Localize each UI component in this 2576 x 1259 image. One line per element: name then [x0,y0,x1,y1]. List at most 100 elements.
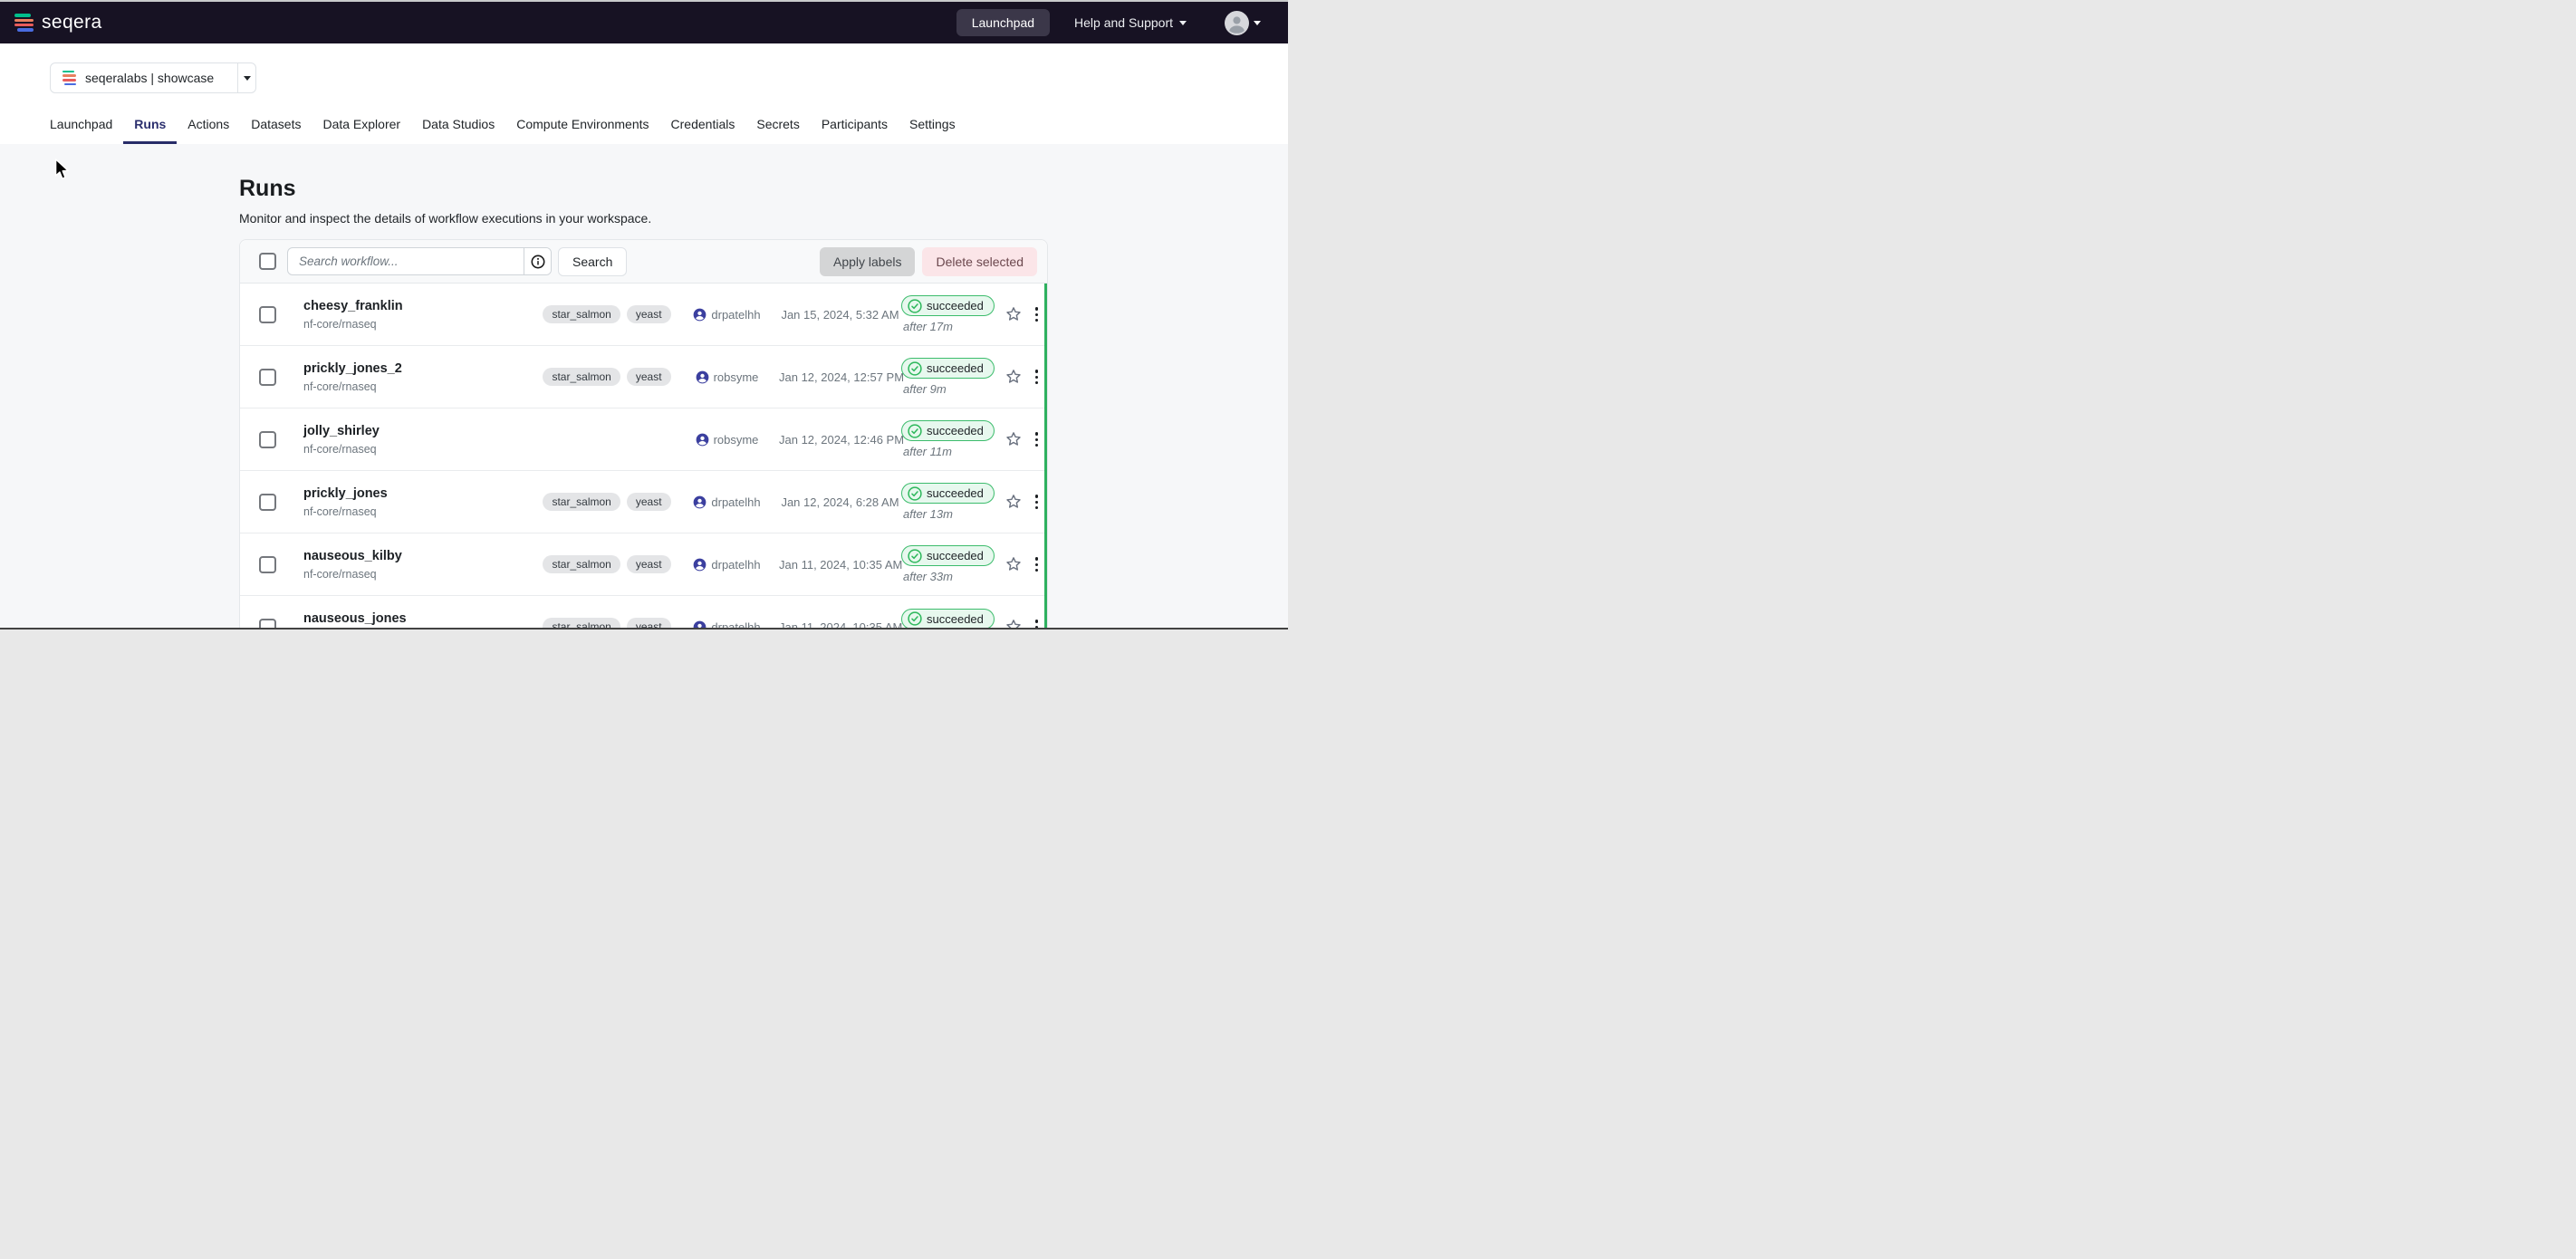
tab-credentials[interactable]: Credentials [660,117,746,144]
status-badge: succeeded [901,295,995,316]
status-label: succeeded [927,486,984,501]
run-name-link[interactable]: prickly_jones_2 [303,361,539,377]
user-menu[interactable] [1225,11,1261,35]
kebab-menu-icon [1032,553,1043,575]
run-label-pill[interactable]: yeast [627,555,671,573]
workspace-name: seqeralabs | showcase [85,71,237,85]
run-row: prickly_jones_2 nf-core/rnaseq star_salm… [240,346,1047,408]
chevron-down-icon [1254,21,1261,25]
run-labels: star_salmon yeast [539,493,675,511]
run-label-pill[interactable]: yeast [627,305,671,323]
run-name-link[interactable]: cheesy_franklin [303,299,539,314]
run-row: nauseous_kilby nf-core/rnaseq star_salmo… [240,533,1047,596]
tab-runs[interactable]: Runs [123,117,177,144]
run-user: drpatelhh [675,308,779,322]
run-row: cheesy_franklin nf-core/rnaseq star_salm… [240,284,1047,346]
user-circle-icon [693,495,706,509]
star-icon [1004,305,1023,323]
star-icon [1004,368,1023,386]
tab-data-explorer[interactable]: Data Explorer [312,117,411,144]
run-user-name: robsyme [714,433,759,447]
star-icon [1004,555,1023,573]
delete-selected-button[interactable]: Delete selected [922,247,1037,276]
workspace-dropdown-button[interactable] [237,63,255,92]
run-name-link[interactable]: nauseous_kilby [303,549,539,564]
row-checkbox[interactable] [259,431,276,448]
select-all-checkbox[interactable] [259,253,276,270]
screen: seqera Launchpad Help and Support [0,0,1288,630]
chevron-down-icon [244,76,251,81]
run-user-name: drpatelhh [711,308,760,322]
runs-filter-bar: Search Apply labels Delete selected [240,240,1047,284]
check-circle-icon [908,424,922,438]
row-checkbox[interactable] [259,556,276,573]
tab-datasets[interactable]: Datasets [240,117,312,144]
star-run-button[interactable] [1001,555,1026,573]
run-row: nauseous_jones nf-core/rnaseq star_salmo… [240,596,1047,630]
run-label-pill[interactable]: yeast [627,368,671,386]
kebab-menu-icon [1032,366,1043,388]
run-user: drpatelhh [675,495,779,509]
star-run-button[interactable] [1001,305,1026,323]
run-user: drpatelhh [675,558,779,572]
run-duration: after 13m [903,507,953,521]
top-navbar: seqera Launchpad Help and Support [0,2,1288,43]
star-run-button[interactable] [1001,368,1026,386]
run-user-name: drpatelhh [711,495,760,509]
row-checkbox[interactable] [259,369,276,386]
tab-data-studios[interactable]: Data Studios [411,117,505,144]
run-date: Jan 11, 2024, 10:35 AM [779,558,901,572]
run-name-link[interactable]: prickly_jones [303,486,539,502]
avatar [1225,11,1249,35]
run-date: Jan 15, 2024, 5:32 AM [779,308,901,322]
row-checkbox[interactable] [259,306,276,323]
run-date: Jan 12, 2024, 12:46 PM [779,433,901,447]
star-icon [1004,493,1023,511]
new-runs-indicator-bar [1044,284,1047,630]
run-labels: star_salmon yeast [539,368,675,386]
run-label-pill[interactable]: star_salmon [543,305,620,323]
workspace-org-icon [62,71,76,85]
run-label-pill[interactable]: yeast [627,493,671,511]
user-circle-icon [696,433,709,447]
status-badge: succeeded [901,420,995,441]
run-label-pill[interactable]: star_salmon [543,493,620,511]
run-pipeline: nf-core/rnaseq [303,569,539,581]
run-labels: star_salmon yeast [539,305,675,323]
run-date: Jan 12, 2024, 12:57 PM [779,370,901,384]
workspace-selector[interactable]: seqeralabs | showcase [50,62,256,93]
check-circle-icon [908,299,922,313]
help-and-support-menu[interactable]: Help and Support [1074,15,1187,30]
page-subtitle: Monitor and inspect the details of workf… [239,211,1048,226]
help-and-support-label: Help and Support [1074,15,1173,30]
tab-secrets[interactable]: Secrets [745,117,810,144]
apply-labels-button[interactable]: Apply labels [820,247,916,276]
run-name-link[interactable]: nauseous_jones [303,611,539,627]
subheader: seqeralabs | showcase LaunchpadRunsActio… [0,43,1288,144]
search-info-trigger[interactable] [524,248,551,274]
tab-actions[interactable]: Actions [177,117,240,144]
kebab-menu-icon [1032,491,1043,513]
tab-participants[interactable]: Participants [811,117,899,144]
star-run-button[interactable] [1001,493,1026,511]
page-title: Runs [239,177,1048,202]
status-badge: succeeded [901,358,995,379]
search-input[interactable] [288,248,524,274]
kebab-menu-icon [1032,428,1043,450]
status-label: succeeded [927,424,984,438]
run-name-link[interactable]: jolly_shirley [303,424,539,439]
search-button[interactable]: Search [558,247,627,276]
chevron-down-icon [1179,21,1187,25]
tab-settings[interactable]: Settings [899,117,966,144]
run-user-name: drpatelhh [711,558,760,572]
status-badge: succeeded [901,545,995,566]
row-checkbox[interactable] [259,494,276,511]
run-label-pill[interactable]: star_salmon [543,368,620,386]
run-duration: after 11m [903,445,952,458]
tab-compute-environments[interactable]: Compute Environments [505,117,659,144]
run-label-pill[interactable]: star_salmon [543,555,620,573]
launchpad-button[interactable]: Launchpad [956,9,1050,36]
star-run-button[interactable] [1001,430,1026,448]
seqera-brand-link[interactable]: seqera [14,12,102,34]
tab-launchpad[interactable]: Launchpad [39,117,123,144]
